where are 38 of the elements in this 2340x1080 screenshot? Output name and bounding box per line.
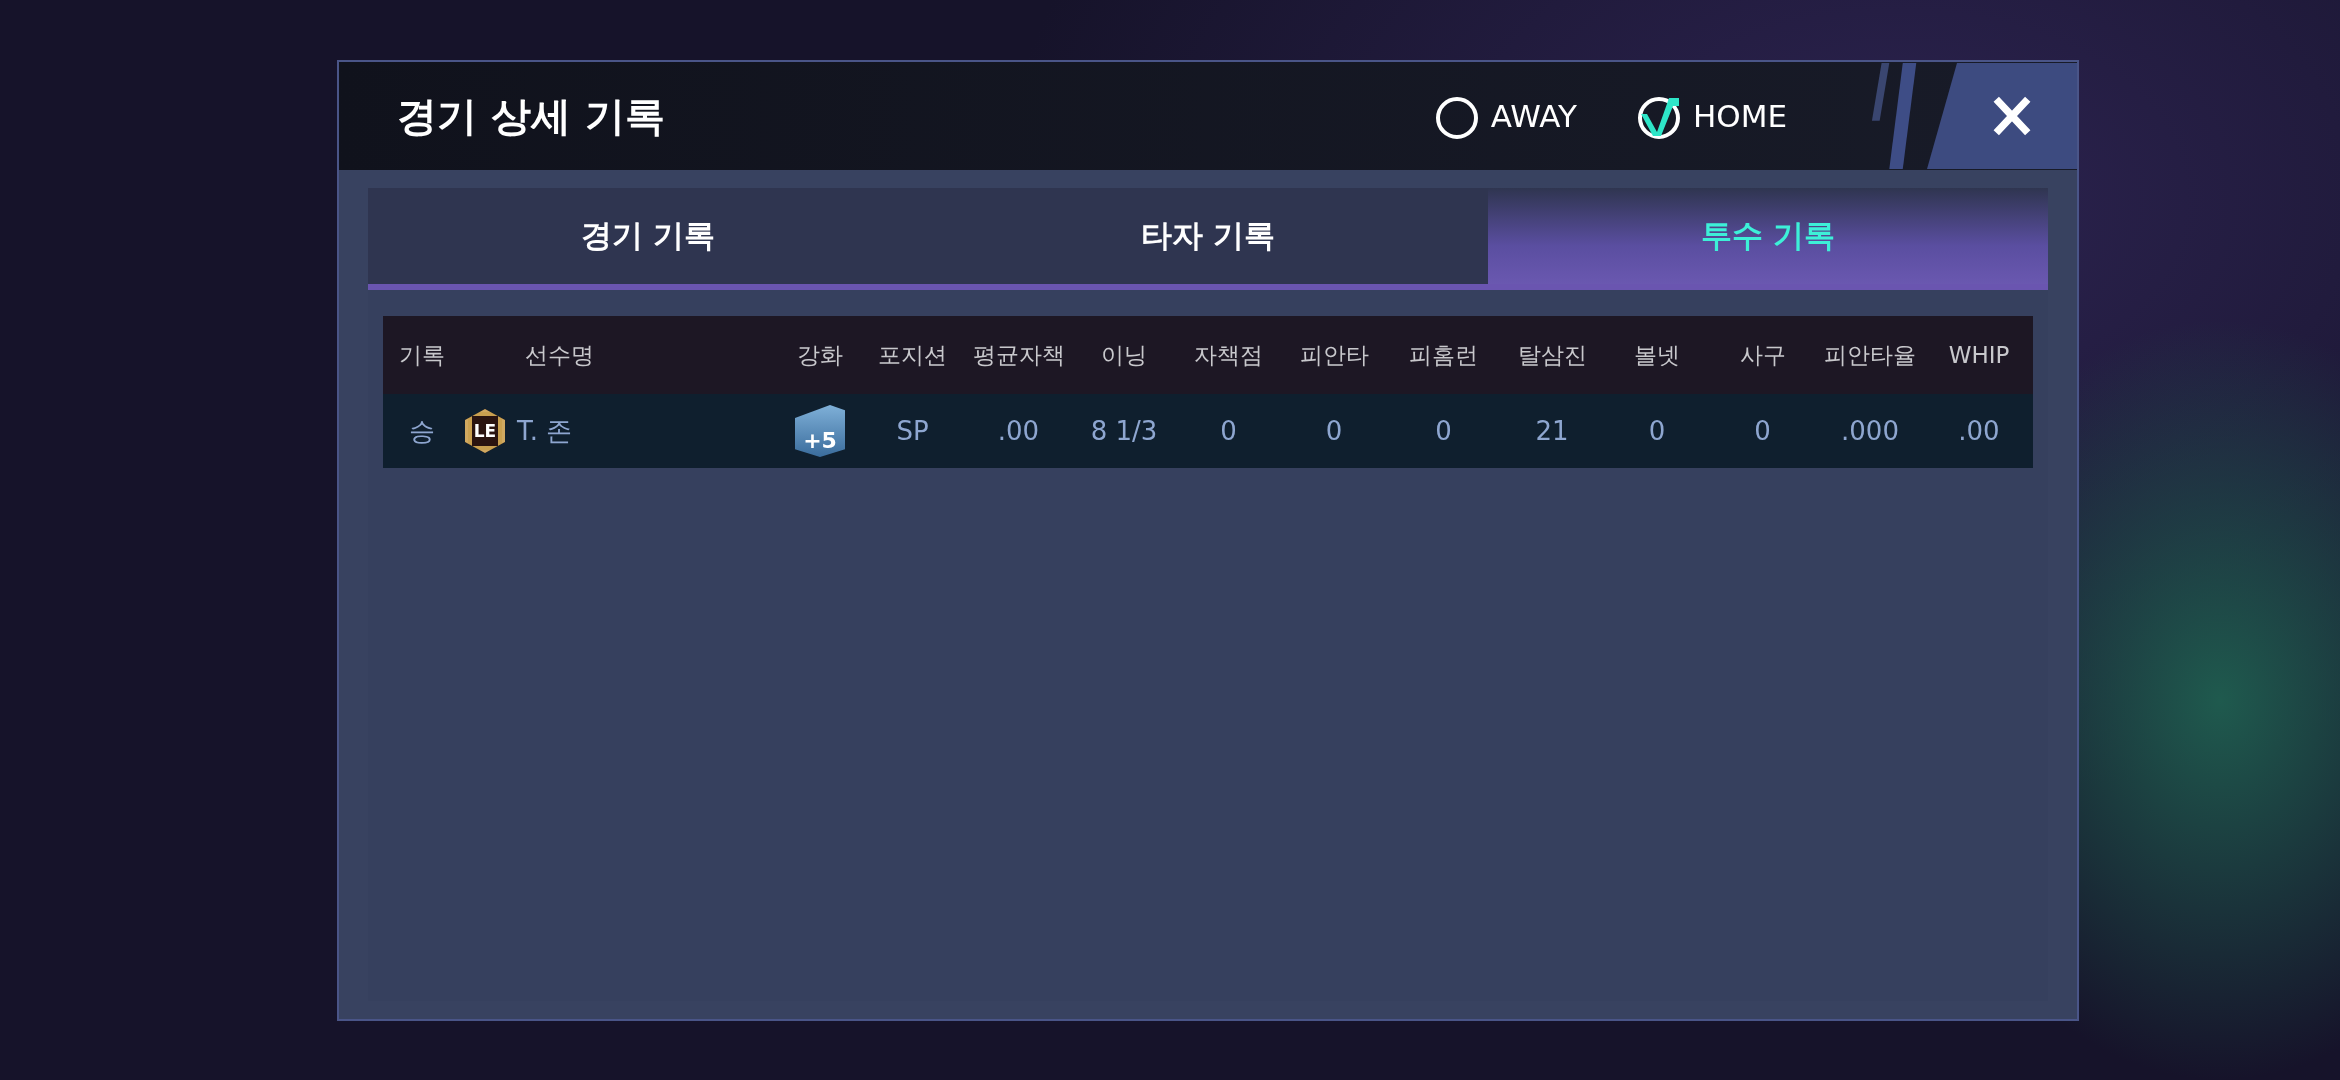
column-header: 사구 [1738, 340, 1787, 370]
grade-badge: LE [465, 409, 505, 453]
table-cell-text: .000 [1840, 416, 1900, 446]
table-cell-text: .00 [1957, 416, 2001, 446]
close-button[interactable] [1927, 63, 2077, 169]
column-header: 선수명 [524, 340, 595, 370]
column-header: 평균자책 [971, 340, 1066, 370]
table-cell-text: 0 [1324, 416, 1344, 446]
column-header: WHIP [1947, 342, 2011, 368]
team-radio[interactable]: HOME [1636, 92, 1787, 140]
column-header: 자책점 [1193, 340, 1264, 370]
player-name: T. 존 [517, 414, 573, 448]
tab[interactable]: 투수 기록 [1488, 188, 2048, 284]
table-row[interactable]: 승 LE T. 존 +5 SP .00 8 1/3 0 0 0 21 0 0 .000 .00 [383, 394, 2033, 468]
column-header: 피홈런 [1408, 340, 1479, 370]
column-header: 포지션 [877, 340, 948, 370]
table-cell-text: 승 [407, 414, 436, 448]
table-cell-text: 8 1/3 [1089, 416, 1159, 446]
column-header: 볼넷 [1633, 340, 1681, 370]
table-cell-text: 21 [1534, 416, 1570, 446]
close-icon [1991, 95, 2033, 137]
enhance-badge: +5 [795, 405, 845, 457]
dialog-title: 경기 상세 기록 [397, 91, 665, 141]
table-cell-text: .00 [996, 416, 1041, 446]
tab[interactable]: 경기 기록 [368, 188, 928, 284]
column-header: 피안타율 [1823, 340, 1917, 370]
tab[interactable]: 타자 기록 [928, 188, 1488, 284]
column-header: 탈삼진 [1516, 340, 1588, 370]
table-cell-text: 0 [1219, 416, 1238, 446]
team-radio[interactable]: AWAY [1434, 92, 1577, 140]
table-cell-text: 0 [1434, 416, 1453, 446]
column-header: 기록 [397, 340, 446, 370]
table-cell-text: 0 [1647, 416, 1667, 446]
table-cell-text: SP [895, 416, 930, 446]
column-header: 피안타 [1298, 340, 1370, 370]
table-cell-text: 0 [1753, 416, 1772, 446]
column-header: 강화 [796, 340, 844, 370]
column-header: 이닝 [1100, 340, 1148, 370]
